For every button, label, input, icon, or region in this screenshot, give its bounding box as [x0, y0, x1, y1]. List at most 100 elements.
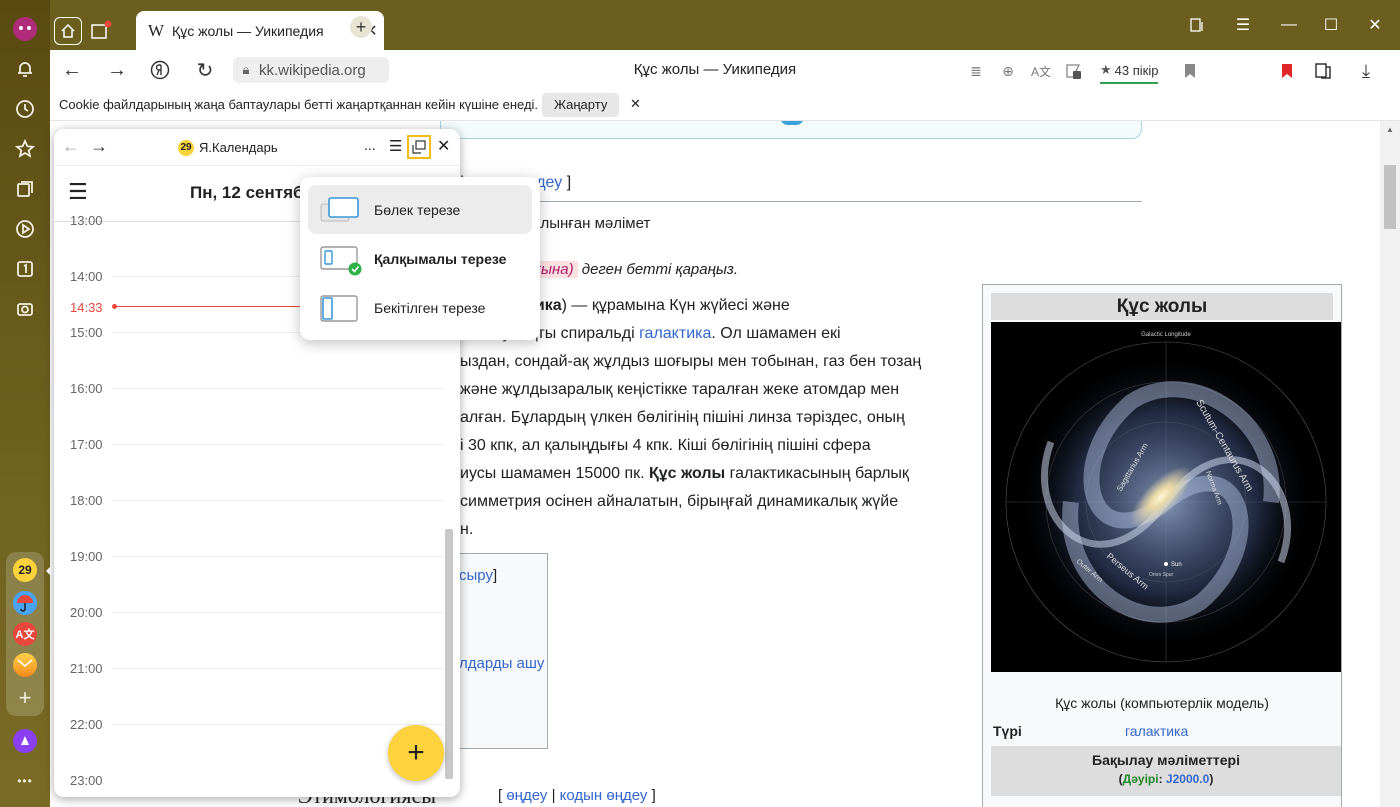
infobox-row-type: Түрі галактика — [993, 723, 1333, 739]
new-tab-button[interactable]: + — [350, 16, 372, 38]
menu-item-label: Бөлек терезе — [374, 201, 461, 218]
paragraph-line: і 30 кпк, ал қалыңдығы 4 кпк. Кіші бөліг… — [460, 437, 871, 454]
image-label: Sun — [1171, 562, 1182, 568]
active-tab[interactable]: W Құс жолы — Уикипедия ✕ — [136, 11, 384, 51]
alice-assistant-icon[interactable] — [8, 724, 42, 758]
panel-menu-icon[interactable]: ☰ — [389, 137, 402, 155]
media-play-icon[interactable] — [8, 212, 42, 246]
panel-app-name: Я.Календарь — [199, 140, 278, 155]
scrollbar-thumb[interactable] — [1384, 165, 1396, 229]
pinned-window-icon — [320, 295, 358, 322]
extensions-puzzle-icon[interactable] — [1312, 60, 1334, 82]
translate-app-icon[interactable]: A文 — [13, 622, 37, 646]
back-button[interactable]: ← — [57, 55, 87, 85]
bookmarks-star-icon[interactable] — [8, 132, 42, 166]
translate-icon[interactable]: A文 — [1030, 60, 1052, 82]
hour-label: 20:00 — [70, 605, 103, 620]
reload-button[interactable]: ↻ — [190, 55, 220, 85]
hour-label: 23:00 — [70, 773, 103, 788]
milky-way-image[interactable]: Galactic Longitude Scutum-Centaurus Arm … — [991, 322, 1341, 672]
weather-app-icon[interactable] — [13, 591, 37, 615]
calendar-app-badge: 29 — [178, 140, 194, 156]
panel-forward-button[interactable]: → — [90, 136, 108, 157]
hour-gridline — [114, 444, 444, 445]
paragraph-line: симметрия осінен айналатын, бірыңғай дин… — [460, 493, 899, 510]
zoom-icon[interactable]: ⊕ — [997, 60, 1019, 82]
star-icon: ★ — [1100, 62, 1112, 77]
home-icon[interactable] — [54, 17, 82, 45]
yandex-profile-icon[interactable] — [8, 12, 42, 46]
epoch-link[interactable]: Дәуірі — [1123, 772, 1159, 786]
browser-menu-icon[interactable]: ☰ — [1228, 10, 1258, 40]
paragraph-line: және жұлдызаралық кеңістікке таралған же… — [460, 381, 900, 398]
calendar-app-icon[interactable]: 29 — [13, 558, 37, 582]
refresh-button[interactable]: Жаңарту — [542, 93, 620, 117]
toc-link[interactable]: сыру — [459, 567, 493, 584]
cookie-infobar: Cookie файлдарының жаңа баптаулары бетті… — [50, 90, 1400, 121]
add-event-button[interactable]: + — [388, 725, 444, 781]
infobox: Құс жолы Galactic Longitude Scutum-Centa… — [982, 284, 1342, 807]
collections-icon[interactable] — [8, 172, 42, 206]
menu-item-pinned-window[interactable]: Бекітілген терезе — [308, 283, 532, 332]
menu-item-separate-window[interactable]: Бөлек терезе — [308, 185, 532, 234]
panel-more-button[interactable]: ... — [364, 137, 376, 153]
bookmark-saved-icon[interactable] — [1276, 60, 1298, 82]
window-mode-icon[interactable] — [407, 135, 431, 159]
hour-label: 18:00 — [70, 493, 103, 508]
panel-toolbar: ← → 29 Я.Календарь ... ☰ ✕ — [54, 129, 460, 166]
current-time-dot — [112, 304, 117, 309]
tab-title: Құс жолы — Уикипедия — [172, 23, 324, 39]
minimize-button[interactable]: — — [1274, 10, 1304, 40]
bookmark-icon[interactable] — [1179, 60, 1201, 82]
more-menu-icon[interactable]: ••• — [8, 764, 42, 798]
add-app-icon[interactable]: + — [13, 685, 37, 710]
hour-label: 21:00 — [70, 661, 103, 676]
floating-window-icon — [320, 246, 362, 276]
edit-code-link[interactable]: кодын өңдеу — [560, 787, 648, 804]
address-bar[interactable]: 🔒︎ kk.wikipedia.org — [233, 57, 389, 83]
tab-sync-icon[interactable] — [1182, 10, 1212, 40]
hour-gridline — [114, 612, 444, 613]
hour-label: 17:00 — [70, 437, 103, 452]
hour-gridline — [114, 556, 444, 557]
edit-link[interactable]: өңдеу — [506, 787, 547, 804]
separate-window-icon — [320, 197, 359, 222]
close-window-button[interactable]: ✕ — [1360, 10, 1390, 40]
reviews-count: 43 пікір — [1114, 62, 1159, 78]
panel-close-button[interactable]: ✕ — [437, 136, 450, 156]
scroll-up-icon[interactable]: ▲ — [1386, 125, 1394, 134]
infobar-close-button[interactable]: ✕ — [630, 96, 641, 112]
paragraph-line: ыздан, сондай-ақ жұлдыз шоғыры мен тобын… — [460, 353, 922, 370]
page-scrollbar[interactable]: ▲ — [1380, 121, 1400, 807]
observation-header: Бақылау мәліметтері (Дәуірі: J2000.0) — [991, 746, 1341, 796]
hour-label: 19:00 — [70, 549, 103, 564]
tab-counter-icon[interactable] — [8, 252, 42, 286]
panel-scrollbar[interactable] — [445, 529, 453, 779]
heading-edit-links: [ өңдеу | кодын өңдеу ] — [498, 787, 656, 804]
tab-groups-icon[interactable] — [86, 15, 116, 45]
downloads-icon[interactable]: ⤓ — [1355, 60, 1377, 82]
forward-button[interactable]: → — [102, 55, 132, 85]
reviews-badge[interactable]: ★ 43 пікір — [1100, 58, 1159, 84]
yandex-logo-button[interactable] — [145, 55, 175, 85]
extension-icon[interactable] — [1062, 60, 1084, 82]
notifications-bell-icon[interactable] — [8, 52, 42, 86]
mail-app-icon[interactable] — [13, 653, 37, 677]
maximize-button[interactable]: ☐ — [1316, 10, 1346, 40]
window-mode-menu: Бөлек терезе Қалқымалы терезе Бекітілген… — [300, 177, 540, 340]
toc-link[interactable]: лдарды ашу — [459, 655, 544, 672]
panel-back-button[interactable]: ← — [62, 136, 80, 157]
calendar-menu-icon[interactable]: ☰ — [68, 179, 88, 205]
hour-label: 15:00 — [70, 325, 103, 340]
screenshot-camera-icon[interactable] — [8, 292, 42, 326]
reader-mode-icon[interactable]: ≣ — [965, 60, 987, 82]
epoch-value[interactable]: J2000.0 — [1166, 772, 1209, 786]
current-time-label: 14:33 — [70, 300, 103, 315]
hour-gridline — [114, 668, 444, 669]
paragraph-line: н. — [460, 521, 474, 538]
history-clock-icon[interactable] — [8, 92, 42, 126]
galaxy-link[interactable]: галактика — [639, 325, 711, 342]
menu-item-floating-window[interactable]: Қалқымалы терезе — [308, 234, 532, 283]
infobox-caption: Құс жолы (компьютерлік модель) — [1055, 695, 1269, 711]
type-link[interactable]: галактика — [1125, 723, 1188, 739]
